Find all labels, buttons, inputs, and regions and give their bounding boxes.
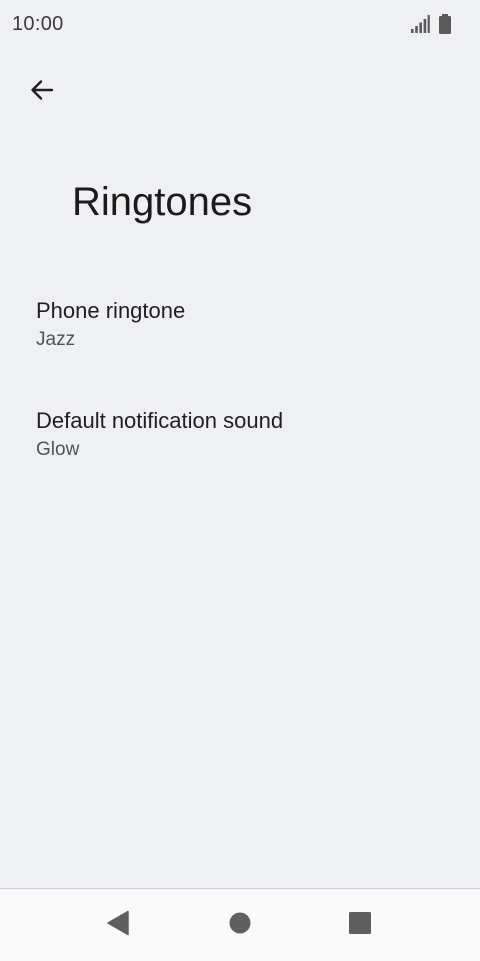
page-title: Ringtones: [72, 180, 253, 224]
signal-icon: [410, 14, 430, 39]
default-notification-sound-item[interactable]: Default notification sound Glow: [0, 408, 480, 508]
back-triangle-icon: [106, 910, 130, 941]
pref-title: Phone ringtone: [36, 298, 186, 323]
pref-title: Default notification sound: [36, 408, 284, 433]
back-button[interactable]: [20, 70, 64, 114]
back-arrow-icon: [28, 76, 56, 109]
phone-ringtone-item[interactable]: Phone ringtone Jazz: [0, 298, 480, 398]
pref-summary: Jazz: [36, 329, 76, 350]
status-time: 10:00: [12, 13, 64, 35]
pref-summary: Glow: [36, 439, 80, 460]
status-icons: [410, 14, 452, 39]
status-bar: 10:00: [0, 0, 480, 50]
nav-home-button[interactable]: [218, 903, 262, 947]
nav-recents-button[interactable]: [338, 903, 382, 947]
recents-square-icon: [349, 911, 371, 939]
battery-icon: [438, 14, 452, 39]
navigation-bar: [0, 888, 480, 961]
home-circle-icon: [229, 912, 251, 939]
nav-back-button[interactable]: [96, 903, 140, 947]
